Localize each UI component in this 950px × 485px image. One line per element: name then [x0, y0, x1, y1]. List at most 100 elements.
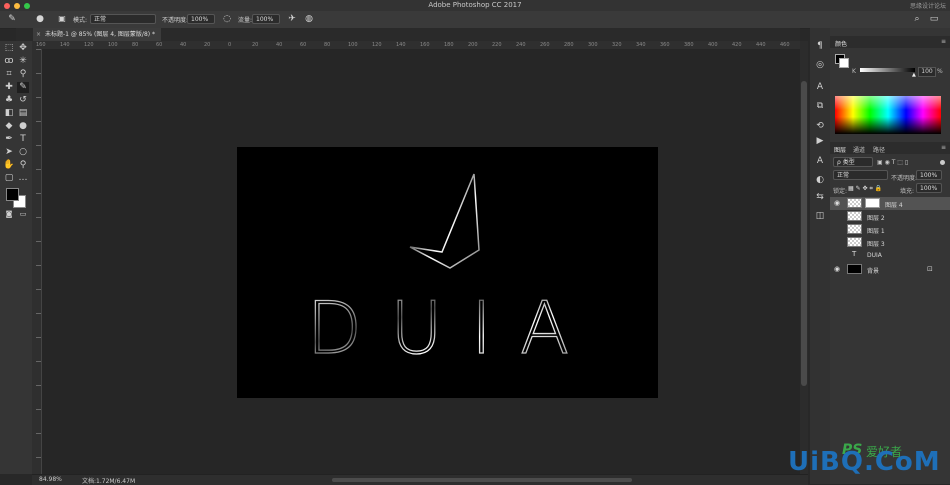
- edit-toolbar-icon[interactable]: ▢: [3, 173, 15, 184]
- brush-settings-icon[interactable]: ◫: [814, 210, 826, 222]
- slider-handle-icon[interactable]: ▲: [912, 72, 916, 78]
- k-value-input[interactable]: 100: [918, 67, 936, 77]
- airbrush-icon[interactable]: ✈: [286, 14, 298, 24]
- search-icon[interactable]: ⌕: [911, 14, 923, 24]
- ruler-tick-label: 180: [444, 42, 454, 48]
- character-style-icon[interactable]: A: [814, 155, 826, 167]
- healing-brush-tool-icon[interactable]: ✚: [3, 82, 15, 93]
- pressure-size-icon[interactable]: ◍: [303, 14, 315, 24]
- ruler-tick-label: 60: [156, 42, 163, 48]
- actions-play-icon[interactable]: ▶: [814, 135, 826, 147]
- ruler-tick: [36, 289, 41, 290]
- marquee-tool-icon[interactable]: ⬚: [3, 43, 15, 54]
- filter-toggle[interactable]: [940, 160, 945, 165]
- layer-name[interactable]: 图层 4: [885, 200, 903, 209]
- lock-icons[interactable]: ▦ ✎ ✥ ⌗ 🔒: [848, 185, 882, 193]
- color-panel-tab[interactable]: 颜色: [835, 39, 847, 48]
- eyedropper-tool-icon[interactable]: ⚲: [17, 69, 29, 80]
- crop-tool-icon[interactable]: ⌗: [3, 69, 15, 80]
- layer-mask-thumbnail[interactable]: [865, 198, 880, 208]
- horizontal-scroll-thumb[interactable]: [332, 478, 632, 482]
- pen-tool-icon[interactable]: ✒: [3, 134, 15, 145]
- more-tools-icon[interactable]: …: [17, 173, 29, 184]
- type-tool-icon[interactable]: T: [17, 134, 29, 145]
- hand-tool-icon[interactable]: ✋: [3, 160, 15, 171]
- zoom-tool-icon[interactable]: ⚲: [17, 160, 29, 171]
- mode-select[interactable]: 正常: [90, 14, 156, 24]
- lasso-tool-icon[interactable]: ꝏ: [3, 56, 15, 67]
- blend-mode-select[interactable]: 正常: [833, 170, 888, 180]
- fill-input[interactable]: 100%: [916, 183, 942, 193]
- layer-row[interactable]: 图层 2: [830, 210, 950, 223]
- filter-icons[interactable]: ▣ ◉ T ⬚ ▯: [877, 159, 908, 166]
- title-bar: Adobe Photoshop CC 2017 思缘设计论坛: [0, 0, 950, 11]
- visibility-eye-icon[interactable]: ◉: [834, 199, 842, 207]
- brush-tool-selected-icon[interactable]: ✎: [17, 82, 29, 93]
- tab-channels[interactable]: 通道: [853, 145, 865, 154]
- ruler-tick: [36, 169, 41, 170]
- layer-row[interactable]: 图层 3: [830, 236, 950, 249]
- vertical-ruler: [32, 49, 42, 474]
- clone-stamp-tool-icon[interactable]: ♣: [3, 95, 15, 106]
- vertical-scroll-thumb[interactable]: [801, 81, 807, 386]
- layer-comps-icon[interactable]: ⇆: [814, 191, 826, 203]
- ruler-tick-label: 340: [636, 42, 646, 48]
- ellipse-tool-icon[interactable]: ○: [17, 147, 29, 158]
- history-icon[interactable]: ⟲: [814, 120, 826, 132]
- layers-menu-icon[interactable]: ≡: [941, 144, 946, 151]
- move-tool-icon[interactable]: ✥: [17, 43, 29, 54]
- magic-wand-tool-icon[interactable]: ✳: [17, 56, 29, 67]
- history-brush-tool-icon[interactable]: ↺: [17, 95, 29, 106]
- layer-name[interactable]: 背景: [867, 266, 879, 275]
- layer-filter-select[interactable]: ρ 类型: [833, 157, 873, 167]
- layer-name[interactable]: DUIA: [867, 252, 882, 259]
- layer-row[interactable]: T DUIA: [830, 249, 950, 262]
- layer-row[interactable]: 图层 1: [830, 223, 950, 236]
- ruler-tick-label: 300: [588, 42, 598, 48]
- adjustments-icon[interactable]: ◐: [814, 174, 826, 186]
- status-bar: 84.98% 文档:1.72M/6.47M: [32, 474, 808, 485]
- ruler-tick-label: 240: [516, 42, 526, 48]
- opacity-input[interactable]: 100%: [187, 14, 215, 24]
- pressure-opacity-icon[interactable]: ◌: [221, 14, 233, 24]
- ruler-tick-label: 220: [492, 42, 502, 48]
- blur-tool-icon[interactable]: ◆: [3, 121, 15, 132]
- properties-icon[interactable]: ⧉: [814, 100, 826, 112]
- layer-row[interactable]: ◉ 图层 4: [830, 197, 950, 210]
- gradient-tool-icon[interactable]: ▤: [17, 108, 29, 119]
- layer-name[interactable]: 图层 3: [867, 239, 885, 248]
- workspace-icon[interactable]: ▭: [928, 14, 940, 24]
- color-wheel-icon[interactable]: ◎: [814, 59, 826, 71]
- site-watermark: 思缘设计论坛: [909, 3, 946, 10]
- zoom-level[interactable]: 84.98%: [39, 476, 62, 483]
- eraser-tool-icon[interactable]: ◧: [3, 108, 15, 119]
- paragraph-icon[interactable]: ¶: [814, 40, 826, 52]
- ruler-tick-label: 0: [228, 42, 232, 48]
- tab-paths[interactable]: 路径: [873, 145, 885, 154]
- tab-layers[interactable]: 图层: [834, 145, 846, 154]
- layer-name[interactable]: 图层 1: [867, 226, 885, 235]
- layer-row[interactable]: ◉ 背景 ⊡: [830, 263, 950, 276]
- vertical-scrollbar[interactable]: [800, 41, 808, 474]
- dodge-tool-icon[interactable]: ●: [17, 121, 29, 132]
- brush-panel-icon[interactable]: ▣: [56, 14, 68, 24]
- foreground-color-swatch[interactable]: [6, 188, 19, 201]
- document-tab[interactable]: × 未标题-1 @ 85% (图层 4, 图层蒙版/8) *: [33, 28, 162, 41]
- color-panel-menu-icon[interactable]: ≡: [941, 38, 946, 45]
- ruler-tick-label: 40: [180, 42, 187, 48]
- layer-name[interactable]: 图层 2: [867, 213, 885, 222]
- bg-swatch[interactable]: [839, 58, 849, 68]
- layer-opacity-label: 不透明度:: [891, 175, 918, 182]
- visibility-eye-icon[interactable]: ◉: [834, 265, 842, 273]
- quick-mask-icon[interactable]: ◙: [3, 209, 15, 220]
- k-slider[interactable]: [860, 68, 915, 72]
- brush-tool-icon[interactable]: ✎: [6, 14, 18, 24]
- close-tab-icon[interactable]: ×: [36, 28, 41, 41]
- brush-preset-icon[interactable]: ●: [34, 14, 46, 24]
- path-selection-tool-icon[interactable]: ➤: [3, 147, 15, 158]
- character-icon[interactable]: A: [814, 81, 826, 93]
- document-canvas[interactable]: DUIA: [237, 147, 658, 398]
- screen-mode-icon[interactable]: ▭: [17, 209, 29, 220]
- layer-opacity-input[interactable]: 100%: [916, 170, 942, 180]
- flow-input[interactable]: 100%: [252, 14, 280, 24]
